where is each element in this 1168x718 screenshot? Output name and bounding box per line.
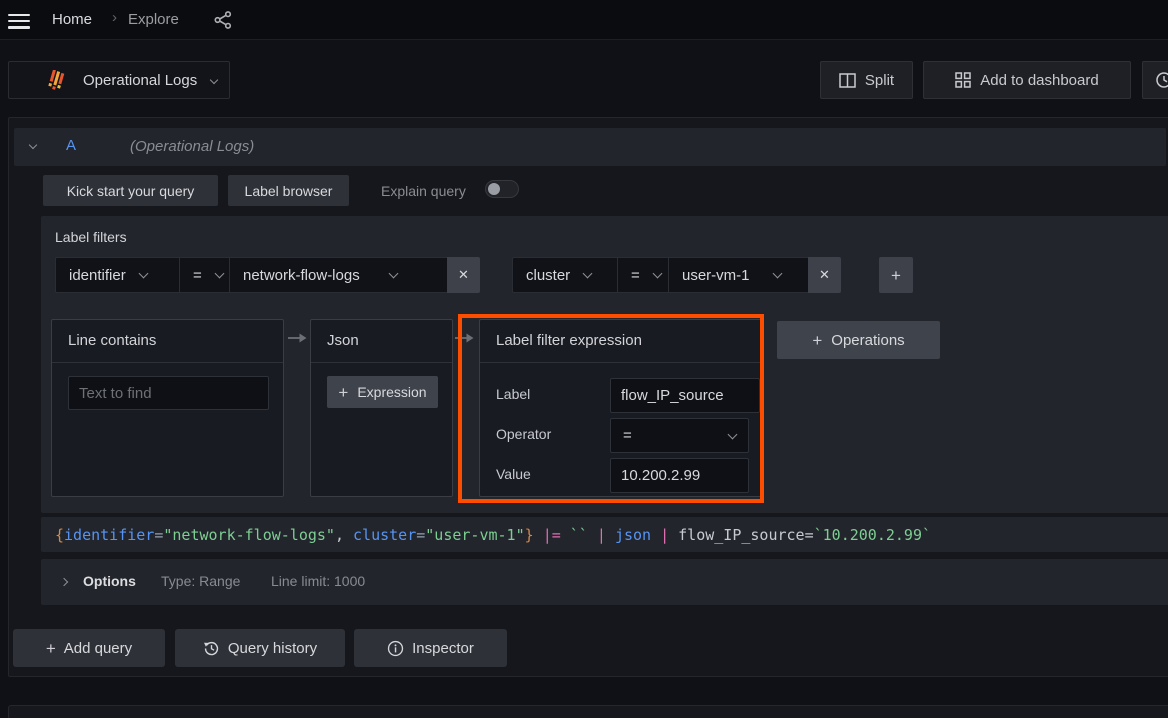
explore-page: Home › Explore [0,0,1168,718]
menu-icon[interactable] [8,10,30,32]
chevron-down-icon [583,269,593,279]
chevron-down-icon [772,269,782,279]
filter-value-value: user-vm-1 [682,267,750,284]
filter-label-select[interactable]: cluster [512,257,618,293]
operator-select-value: = [623,427,632,444]
kick-start-button[interactable]: Kick start your query [43,175,218,206]
results-panel-edge [8,705,1168,718]
add-to-dashboard-label: Add to dashboard [980,72,1098,89]
chevron-down-icon [388,269,398,279]
operation-title: Label filter expression [480,320,762,363]
options-type: Type: Range [161,573,240,589]
operations-label: Operations [831,332,904,349]
apps-grid-icon [955,72,971,88]
filter-operator-value: = [631,267,640,284]
filter-value-select[interactable]: user-vm-1 [668,257,809,293]
filter-operator-select[interactable]: = [617,257,669,293]
operation-title: Line contains [52,320,283,363]
chevron-right-icon [60,578,68,586]
chevron-down-icon [138,269,148,279]
add-operations-button[interactable]: + Operations [777,321,940,359]
close-icon: ✕ [819,267,830,283]
operation-title: Json [311,320,452,363]
operation-card-json: Json + Expression [310,319,453,497]
operation-card-label-filter-expression: Label filter expression Label Operator =… [479,319,763,497]
chevron-down-icon [214,269,224,279]
close-icon: ✕ [458,267,469,283]
label-filters-title: Label filters [55,229,127,245]
label-browser-button[interactable]: Label browser [228,175,349,206]
collapse-chevron-icon[interactable] [29,141,37,149]
query-history-button[interactable]: Query history [175,629,345,667]
explain-query-toggle[interactable] [485,180,519,198]
operation-card-line-contains: Line contains [51,319,284,497]
raw-query-text: {identifier="network-flow-logs", cluster… [55,526,931,544]
filter-operator-select[interactable]: = [179,257,230,293]
breadcrumb-separator: › [112,9,117,26]
inspector-button[interactable]: Inspector [354,629,507,667]
filter-label-select[interactable]: identifier [55,257,180,293]
arrow-right-icon [288,332,308,344]
split-button[interactable]: Split [820,61,913,99]
explain-query-label: Explain query [381,183,466,199]
datasource-picker[interactable]: Operational Logs [8,61,230,99]
operator-field-name: Operator [496,426,551,442]
filter-value-value: network-flow-logs [243,267,360,284]
add-filter-button[interactable]: + [879,257,913,293]
query-history-label: Query history [228,640,317,657]
value-field-input[interactable] [610,458,749,493]
options-row[interactable]: Options Type: Range Line limit: 1000 [41,559,1168,605]
expression-label: Expression [357,384,426,400]
split-icon [839,73,856,88]
query-ref-id[interactable]: A [66,137,76,154]
query-datasource-hint: (Operational Logs) [130,138,254,155]
time-picker-button[interactable] [1142,61,1168,99]
breadcrumb-explore[interactable]: Explore [128,11,179,28]
filter-label-value: cluster [526,267,570,284]
plus-icon: + [891,267,901,284]
operator-select[interactable]: = [610,418,749,453]
label-field-input[interactable] [610,378,760,413]
filter-value-select[interactable]: network-flow-logs [229,257,448,293]
line-contains-input[interactable] [68,376,269,410]
split-label: Split [865,72,894,89]
query-editor-panel: A (Operational Logs) Kick start your que… [8,117,1168,677]
remove-filter-button[interactable]: ✕ [447,257,480,293]
plus-icon: + [46,640,56,657]
inspector-label: Inspector [412,640,474,657]
plus-icon: + [338,384,348,401]
remove-filter-button[interactable]: ✕ [808,257,841,293]
clock-icon [1155,71,1168,89]
top-nav: Home › Explore [0,0,1168,40]
add-query-button[interactable]: + Add query [13,629,165,667]
filter-label-value: identifier [69,267,126,284]
share-icon[interactable] [213,10,233,30]
add-to-dashboard-button[interactable]: Add to dashboard [923,61,1131,99]
plus-icon: + [812,332,822,349]
chevron-down-icon [728,429,738,439]
label-field-name: Label [496,386,530,402]
options-label: Options [83,573,136,589]
toggle-knob [488,183,500,195]
datasource-name: Operational Logs [83,72,197,89]
query-row-header[interactable]: A (Operational Logs) [14,128,1166,166]
query-builder-row: Label filters identifier = network-flow-… [41,216,1168,513]
history-icon [203,640,220,657]
breadcrumb-home[interactable]: Home [52,11,92,28]
raw-query-row: {identifier="network-flow-logs", cluster… [41,517,1168,552]
arrow-right-icon [455,332,475,344]
value-field-name: Value [496,466,531,482]
options-line-limit: Line limit: 1000 [271,573,365,589]
filter-operator-value: = [193,267,202,284]
loki-logo-icon [45,70,69,92]
add-expression-button[interactable]: + Expression [327,376,438,408]
chevron-down-icon [210,76,218,84]
add-query-label: Add query [64,640,132,657]
info-icon [387,640,404,657]
chevron-down-icon [652,269,662,279]
